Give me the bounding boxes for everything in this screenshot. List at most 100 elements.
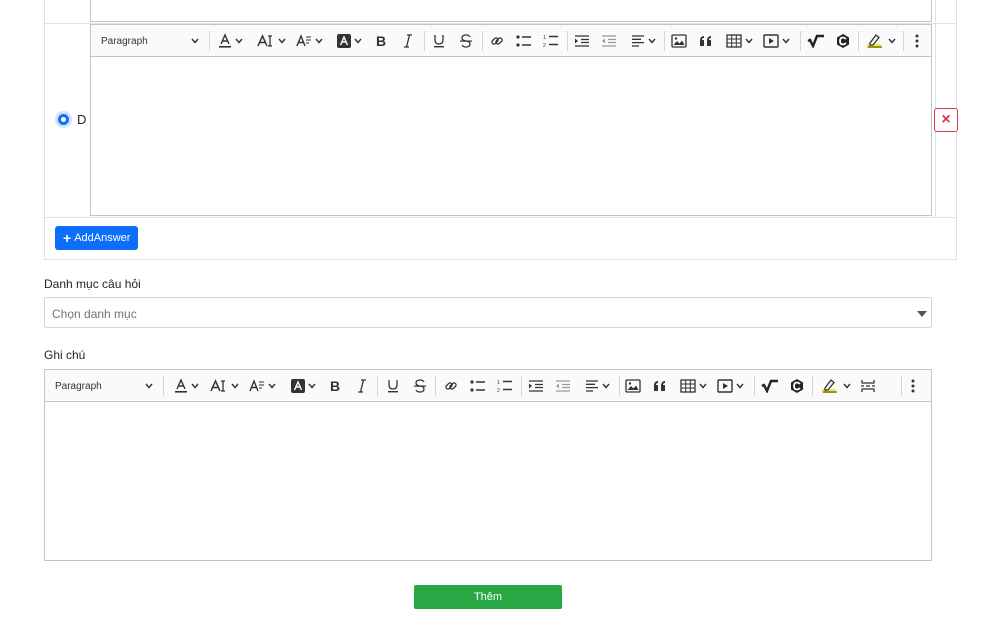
chevron-down-icon <box>312 38 323 44</box>
bullet-list-icon <box>470 380 486 392</box>
image-button[interactable] <box>623 370 643 402</box>
notes-editor-body[interactable] <box>45 402 931 560</box>
media-dropdown[interactable] <box>759 25 793 57</box>
chem-button[interactable] <box>787 370 807 402</box>
page-break-button[interactable] <box>858 370 878 402</box>
more-button[interactable] <box>909 25 925 57</box>
chevron-down-icon <box>142 383 153 389</box>
font-size-dropdown[interactable] <box>206 370 242 402</box>
toolbar-separator <box>424 31 425 51</box>
bold-button[interactable]: B <box>371 25 391 57</box>
bullet-list-button[interactable] <box>514 25 534 57</box>
bold-button[interactable]: B <box>325 370 345 402</box>
bg-color-icon <box>290 379 305 393</box>
image-icon <box>625 379 641 393</box>
delete-answer-button[interactable]: × <box>934 108 958 132</box>
font-color-icon <box>218 33 232 49</box>
previous-answer-editor[interactable] <box>90 0 932 22</box>
math-button[interactable] <box>805 25 827 57</box>
notes-editor: Paragraph B 1 2 <box>44 369 932 561</box>
outdent-button[interactable] <box>599 25 619 57</box>
numbered-list-icon: 12 <box>497 379 513 393</box>
chevron-down-icon <box>188 383 199 389</box>
toolbar-separator <box>567 31 568 51</box>
image-button[interactable] <box>669 25 689 57</box>
strike-button[interactable] <box>410 370 430 402</box>
svg-text:1: 1 <box>543 35 546 41</box>
category-select[interactable]: Chọn danh mục <box>44 297 932 328</box>
font-family-dropdown[interactable] <box>246 370 278 402</box>
page-break-icon <box>860 379 876 393</box>
chevron-down-icon <box>742 38 753 44</box>
numbered-list-button[interactable]: 12 <box>541 25 561 57</box>
highlight-dropdown[interactable] <box>817 370 855 402</box>
answer-editor-body[interactable] <box>91 57 931 215</box>
toolbar-separator <box>163 376 164 396</box>
link-icon <box>444 379 458 393</box>
link-button[interactable] <box>487 25 507 57</box>
chevron-down-icon <box>840 383 851 389</box>
media-icon <box>716 379 733 393</box>
table-icon <box>725 34 742 48</box>
font-size-icon <box>256 34 275 48</box>
toolbar-separator <box>754 376 755 396</box>
italic-button[interactable] <box>352 370 372 402</box>
radio-indicator <box>58 114 69 125</box>
quote-button[interactable] <box>650 370 670 402</box>
align-dropdown[interactable] <box>580 370 614 402</box>
math-button[interactable] <box>759 370 781 402</box>
chem-button[interactable] <box>833 25 853 57</box>
underline-button[interactable] <box>429 25 449 57</box>
indent-button[interactable] <box>526 370 546 402</box>
toolbar-separator <box>800 31 801 51</box>
submit-button[interactable]: Thêm <box>414 585 562 609</box>
toolbar-separator <box>619 376 620 396</box>
font-color-dropdown[interactable] <box>215 25 245 57</box>
answer-correct-radio[interactable] <box>55 111 72 128</box>
svg-text:1: 1 <box>497 380 500 386</box>
add-answer-button[interactable]: + AddAnswer <box>55 226 139 250</box>
align-dropdown[interactable] <box>626 25 660 57</box>
chevron-down-icon <box>599 383 610 389</box>
indent-icon <box>528 380 544 392</box>
strike-button[interactable] <box>456 25 476 57</box>
toolbar-separator <box>903 31 904 51</box>
bullet-list-button[interactable] <box>468 370 488 402</box>
heading-dropdown[interactable]: Paragraph <box>97 25 203 57</box>
font-color-dropdown[interactable] <box>170 370 202 402</box>
bg-color-icon <box>336 34 351 48</box>
chevron-down-icon <box>779 38 790 44</box>
numbered-list-icon: 12 <box>543 34 559 48</box>
font-size-dropdown[interactable] <box>253 25 289 57</box>
media-icon <box>762 34 779 48</box>
media-dropdown[interactable] <box>712 370 748 402</box>
toolbar-separator <box>812 376 813 396</box>
category-label: Danh mục câu hỏi <box>44 277 141 291</box>
font-family-dropdown[interactable] <box>293 25 325 57</box>
numbered-list-button[interactable]: 12 <box>495 370 515 402</box>
link-button[interactable] <box>441 370 461 402</box>
bg-color-dropdown[interactable] <box>287 370 319 402</box>
answer-option-label: D <box>77 112 87 127</box>
editor-toolbar: Paragraph B 1 2 <box>45 370 931 402</box>
table-dropdown[interactable] <box>677 370 709 402</box>
bg-color-dropdown[interactable] <box>334 25 364 57</box>
editor-toolbar: Paragraph B 1 2 <box>91 25 931 57</box>
highlight-dropdown[interactable] <box>863 25 899 57</box>
indent-button[interactable] <box>572 25 592 57</box>
more-button[interactable] <box>905 370 921 402</box>
strike-icon <box>414 379 426 393</box>
italic-button[interactable] <box>398 25 418 57</box>
bold-icon: B <box>329 379 341 393</box>
quote-button[interactable] <box>696 25 716 57</box>
chevron-down-icon <box>228 383 239 389</box>
underline-icon <box>387 379 399 393</box>
heading-dropdown[interactable]: Paragraph <box>51 370 157 402</box>
table-dropdown[interactable] <box>723 25 755 57</box>
chevron-down-icon <box>733 383 744 389</box>
underline-button[interactable] <box>383 370 403 402</box>
outdent-button[interactable] <box>553 370 573 402</box>
image-icon <box>671 34 687 48</box>
outdent-icon <box>555 380 571 392</box>
radio-dot <box>61 117 66 122</box>
